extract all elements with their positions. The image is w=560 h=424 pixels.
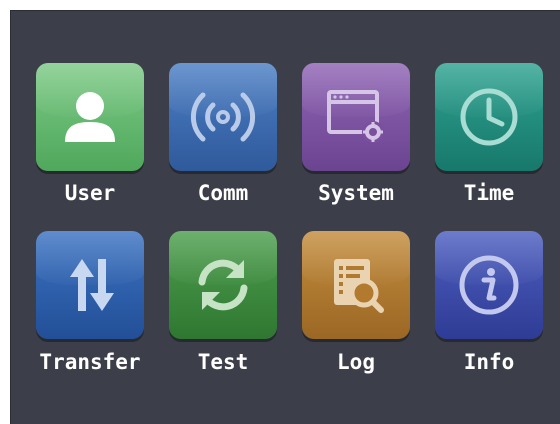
system-label: System	[318, 181, 394, 205]
comm-label: Comm	[197, 181, 249, 205]
test-label: Test	[197, 350, 249, 374]
wireless-signal-icon	[190, 92, 256, 142]
info-icon	[459, 255, 519, 315]
transfer-label: Transfer	[39, 350, 141, 374]
window-gear-icon	[327, 90, 384, 143]
transfer-button[interactable]	[36, 231, 144, 339]
user-icon	[65, 92, 115, 142]
transfer-arrows-icon	[70, 259, 114, 311]
time-label: Time	[463, 181, 515, 205]
log-button[interactable]	[302, 231, 410, 339]
info-label: Info	[463, 350, 515, 374]
user-button[interactable]	[36, 63, 144, 171]
system-button[interactable]	[302, 63, 410, 171]
test-button[interactable]	[169, 231, 277, 339]
refresh-icon	[198, 259, 248, 311]
main-menu-screen: User Comm System Time Transfer Test Log …	[10, 10, 560, 424]
info-button[interactable]	[435, 231, 543, 339]
time-button[interactable]	[435, 63, 543, 171]
comm-button[interactable]	[169, 63, 277, 171]
log-search-icon	[334, 259, 384, 313]
log-label: Log	[337, 350, 375, 374]
user-label: User	[64, 181, 116, 205]
clock-icon	[460, 88, 518, 146]
